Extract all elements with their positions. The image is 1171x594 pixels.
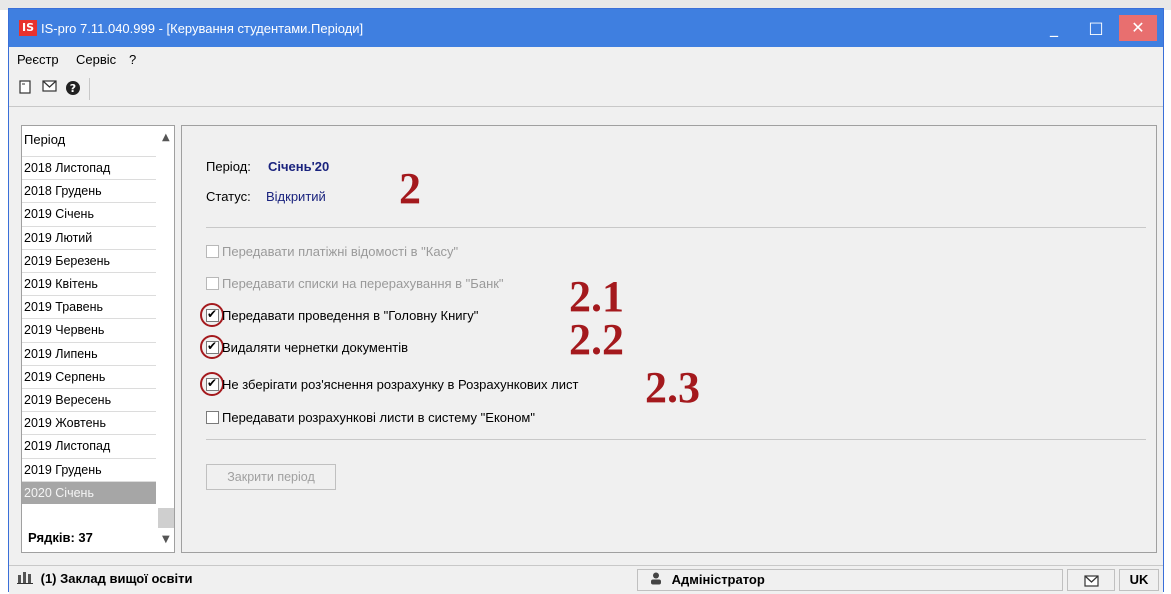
option-checkbox (206, 245, 219, 258)
envelope-icon (1083, 572, 1099, 587)
annotation-2-3: 2.3 (645, 363, 700, 412)
option-label: Передавати платіжні відомості в "Касу" (222, 244, 459, 259)
menu-help[interactable]: ? (129, 52, 136, 67)
list-item[interactable]: 2019 Березень (22, 248, 156, 272)
app-logo-icon: IS (19, 20, 37, 36)
list-item[interactable]: 2019 Квітень (22, 272, 156, 295)
list-item[interactable]: 2019 Вересень (22, 388, 156, 411)
option-label[interactable]: Видаляти чернетки документів (222, 340, 408, 355)
user-name: Адміністратор (671, 572, 765, 587)
list-item[interactable]: 2019 Січень (22, 202, 156, 225)
periods-list: Період ▲ 2018 Листопад 2018 Грудень 2019 С… (21, 125, 175, 553)
user-cell[interactable]: Адміністратор (637, 569, 1063, 591)
list-item[interactable]: 2019 Грудень (22, 457, 156, 481)
divider (206, 439, 1146, 440)
annotation-circle (200, 303, 224, 327)
scrollbar-thumb[interactable] (158, 508, 174, 528)
annotation-2: 2 (399, 164, 421, 213)
list-item[interactable]: 2020 Січень (22, 480, 156, 504)
svg-text:?: ? (70, 82, 76, 95)
help-icon[interactable]: ? (65, 80, 81, 96)
mail-cell[interactable] (1067, 569, 1115, 591)
annotation-circle (200, 372, 224, 396)
user-icon (650, 571, 662, 591)
list-item[interactable]: 2019 Жовтень (22, 411, 156, 434)
option-label[interactable]: Передавати розрахункові листи в систему … (222, 410, 535, 425)
option-label: Передавати списки на перерахування в "Ба… (222, 276, 504, 291)
list-item[interactable]: 2018 Листопад (22, 156, 156, 179)
maximize-button[interactable]: □ (1075, 9, 1117, 47)
toolbar: ? (9, 72, 1163, 107)
list-item[interactable]: 2019 Липень (22, 341, 156, 365)
option-checkbox (206, 277, 219, 290)
building-icon (17, 570, 33, 590)
status-value: Відкритий (266, 189, 326, 204)
scroll-down-icon[interactable]: ▼ (162, 534, 170, 545)
annotation-2-1: 2.1 (569, 272, 624, 321)
list-item[interactable]: 2019 Листопад (22, 434, 156, 457)
window-title: IS-pro 7.11.040.999 - [Керування студент… (41, 21, 364, 36)
institution-name: (1) Заклад вищої освіти (40, 571, 193, 586)
language-indicator[interactable]: UK (1119, 569, 1159, 591)
list-item[interactable]: 2018 Грудень (22, 179, 156, 202)
menu-bar: Реєстр Сервіс ? (9, 47, 1163, 71)
period-details-panel: Період: Січень'20 Статус: Відкритий Пере… (181, 125, 1157, 553)
option-checkbox[interactable] (206, 411, 219, 424)
rows-count: Рядків: 37 (28, 530, 93, 545)
toolbar-separator (89, 78, 90, 100)
period-label: Період: (206, 159, 251, 174)
minimize-button[interactable]: _ (1033, 9, 1075, 47)
option-label[interactable]: Не зберігати роз'яснення розрахунку в Ро… (222, 377, 578, 392)
list-item[interactable]: 2019 Серпень (22, 364, 156, 388)
menu-service[interactable]: Сервіс (76, 52, 116, 67)
menu-registry[interactable]: Реєстр (17, 52, 59, 67)
divider (206, 227, 1146, 228)
list-item[interactable]: 2019 Лютий (22, 225, 156, 249)
period-value: Січень'20 (268, 159, 330, 174)
document-icon[interactable] (17, 80, 33, 96)
scroll-up-icon[interactable]: ▲ (162, 132, 170, 143)
envelope-icon[interactable] (41, 80, 57, 96)
institution-cell[interactable]: (1) Заклад вищої освіти (13, 569, 637, 591)
periods-list-header[interactable]: Період (24, 132, 65, 147)
annotation-2-2: 2.2 (569, 315, 624, 364)
list-item[interactable]: 2019 Травень (22, 295, 156, 318)
status-label: Статус: (206, 189, 251, 204)
close-button[interactable]: ✕ (1119, 15, 1157, 41)
status-bar: (1) Заклад вищої освіти Адміністратор UK (9, 565, 1163, 594)
list-item[interactable]: 2019 Червень (22, 318, 156, 341)
app-window: IS IS-pro 7.11.040.999 - [Керування студ… (8, 8, 1164, 594)
option-label[interactable]: Передавати проведення в "Головну Книгу" (222, 308, 478, 323)
close-period-button[interactable]: Закрити період (206, 464, 336, 490)
title-bar[interactable]: IS IS-pro 7.11.040.999 - [Керування студ… (9, 9, 1163, 47)
annotation-circle (200, 335, 224, 359)
